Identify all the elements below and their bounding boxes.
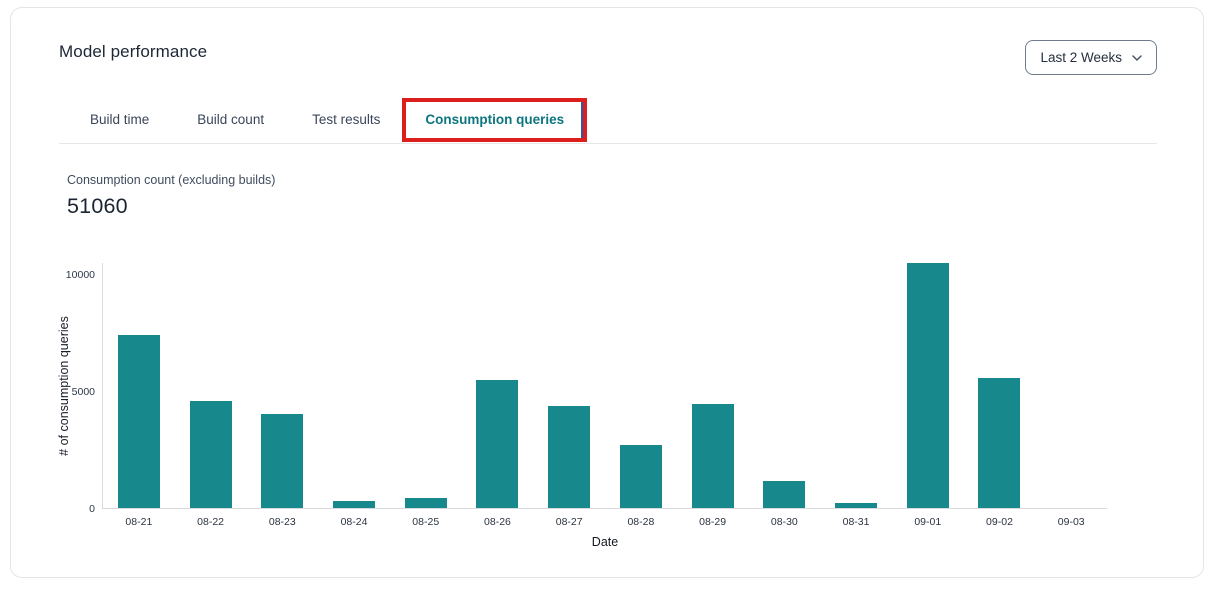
y-tick-label: 10000 <box>66 269 95 281</box>
x-tick-label: 08-28 <box>627 516 654 528</box>
bar-08-21[interactable] <box>118 335 160 508</box>
bar-slot: 09-01 <box>892 263 964 508</box>
bar-09-01[interactable] <box>907 263 949 508</box>
bar-slot: 08-27 <box>533 263 605 508</box>
x-tick-label: 08-30 <box>771 516 798 528</box>
x-tick-label: 08-27 <box>556 516 583 528</box>
x-tick-label: 08-25 <box>412 516 439 528</box>
bar-slot: 08-28 <box>605 263 677 508</box>
metric-value: 51060 <box>67 194 128 219</box>
bar-08-24[interactable] <box>333 501 375 508</box>
bar-slot: 08-22 <box>175 263 247 508</box>
x-tick-label: 09-03 <box>1058 516 1085 528</box>
tab-build-time[interactable]: Build time <box>90 112 149 127</box>
time-range-value: Last 2 Weeks <box>1040 50 1122 65</box>
page-title: Model performance <box>59 42 207 62</box>
bar-slot: 09-03 <box>1035 263 1107 508</box>
bar-08-31[interactable] <box>835 503 877 508</box>
x-tick-label: 08-29 <box>699 516 726 528</box>
highlight-box: Consumption queries <box>402 98 587 142</box>
tab-divider <box>59 143 1157 144</box>
metric-label: Consumption count (excluding builds) <box>67 173 275 187</box>
bar-group: 08-2108-2208-2308-2408-2508-2608-2708-28… <box>103 263 1107 508</box>
bar-slot: 08-30 <box>748 263 820 508</box>
bar-08-23[interactable] <box>261 414 303 508</box>
bar-slot: 08-31 <box>820 263 892 508</box>
x-tick-label: 09-02 <box>986 516 1013 528</box>
bar-08-29[interactable] <box>692 404 734 508</box>
model-performance-card: Model performance Last 2 Weeks Build tim… <box>10 7 1204 578</box>
bar-chart: # of consumption queries 0500010000 08-2… <box>102 263 1107 509</box>
x-tick-label: 08-24 <box>341 516 368 528</box>
bar-08-25[interactable] <box>405 498 447 508</box>
x-tick-label: 08-23 <box>269 516 296 528</box>
time-range-dropdown[interactable]: Last 2 Weeks <box>1025 40 1157 75</box>
y-tick-label: 5000 <box>72 386 95 398</box>
x-tick-label: 08-26 <box>484 516 511 528</box>
bar-slot: 08-26 <box>462 263 534 508</box>
chevron-down-icon <box>1132 55 1142 61</box>
bar-09-02[interactable] <box>978 378 1020 508</box>
bar-08-28[interactable] <box>620 445 662 508</box>
bar-slot: 08-25 <box>390 263 462 508</box>
x-tick-label: 09-01 <box>914 516 941 528</box>
bar-slot: 08-24 <box>318 263 390 508</box>
x-tick-label: 08-22 <box>197 516 224 528</box>
bar-08-22[interactable] <box>190 401 232 508</box>
bar-slot: 08-29 <box>677 263 749 508</box>
y-axis-title: # of consumption queries <box>57 316 71 456</box>
bar-08-26[interactable] <box>476 380 518 508</box>
bar-08-30[interactable] <box>763 481 805 508</box>
bar-slot: 09-02 <box>964 263 1036 508</box>
bar-slot: 08-21 <box>103 263 175 508</box>
tab-build-count[interactable]: Build count <box>197 112 264 127</box>
x-tick-label: 08-21 <box>125 516 152 528</box>
bar-08-27[interactable] <box>548 406 590 508</box>
tab-bar: Build time Build count Test results Cons… <box>90 96 587 143</box>
y-tick-label: 0 <box>89 503 95 515</box>
x-tick-label: 08-31 <box>843 516 870 528</box>
tab-test-results[interactable]: Test results <box>312 112 380 127</box>
x-axis-title: Date <box>103 535 1107 549</box>
bar-slot: 08-23 <box>246 263 318 508</box>
tab-consumption-queries[interactable]: Consumption queries <box>425 112 564 127</box>
